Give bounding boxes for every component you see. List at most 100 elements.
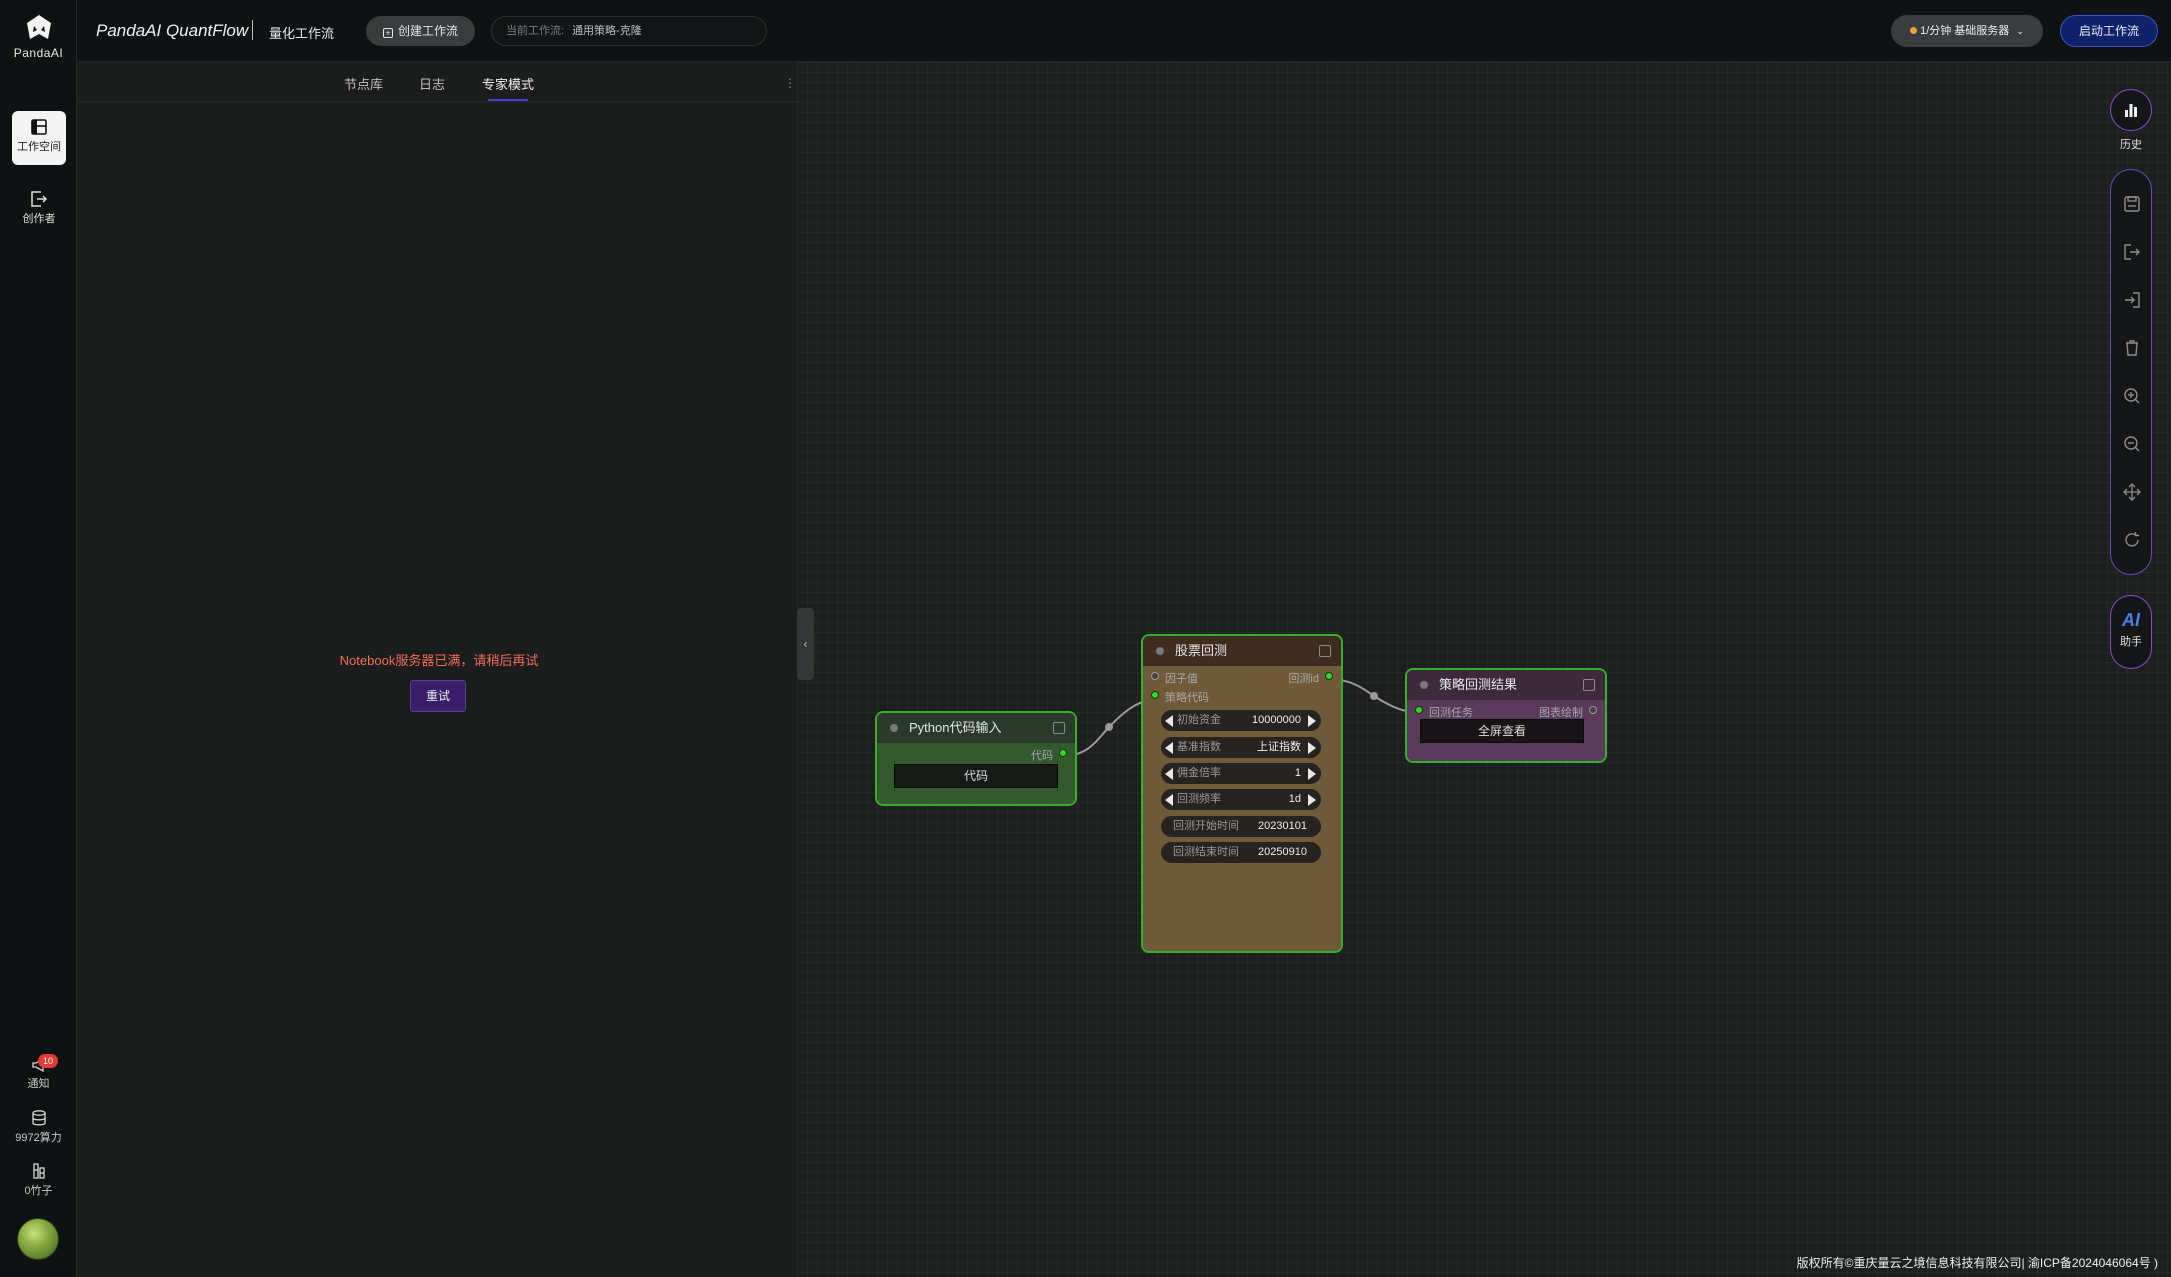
param-value: 20230101	[1258, 820, 1307, 832]
history-button[interactable]	[2110, 89, 2152, 131]
current-workflow-field[interactable]: 当前工作流: 通用策略-克隆	[491, 16, 767, 46]
panel-tabs: 节点库 日志 专家模式 ⋮⋮	[77, 62, 808, 102]
param-end-date[interactable]: 回测结束时间 20250910	[1161, 842, 1321, 863]
node-io-row: 代码	[877, 743, 1075, 763]
node-title: Python代码输入	[909, 720, 1002, 735]
ai-icon: AI	[2122, 610, 2140, 630]
edit-icon[interactable]	[1583, 679, 1595, 691]
database-icon	[31, 1110, 46, 1126]
decrease-arrow-icon[interactable]	[1165, 715, 1173, 727]
node-io-row: 因子值 回测id	[1143, 666, 1341, 685]
decrease-arrow-icon[interactable]	[1165, 768, 1173, 780]
tab-node-library[interactable]: 节点库	[344, 74, 383, 93]
param-key: 初始资金	[1177, 714, 1221, 726]
node-header[interactable]: Python代码输入	[877, 713, 1075, 743]
assistant-label: 助手	[2120, 636, 2142, 648]
param-key: 佣金倍率	[1177, 767, 1221, 779]
decrease-arrow-icon[interactable]	[1165, 742, 1173, 754]
export-icon[interactable]	[2122, 242, 2142, 262]
left-panel: 节点库 日志 专家模式 ⋮⋮ Notebook服务器已满，请稍后再试 重试	[77, 62, 808, 1277]
increase-arrow-icon[interactable]	[1308, 742, 1316, 754]
edit-icon[interactable]	[1053, 722, 1065, 734]
create-workflow-button[interactable]: + 创建工作流	[366, 16, 475, 46]
server-select[interactable]: 1/分钟 基础服务器 ⌄	[1891, 15, 2043, 47]
node-title: 股票回测	[1175, 643, 1228, 658]
notify-badge: 10	[38, 1054, 58, 1068]
input-port[interactable]	[1151, 691, 1159, 699]
param-initial-capital[interactable]: 初始资金 10000000	[1161, 710, 1321, 731]
retry-button[interactable]: 重试	[410, 680, 466, 712]
decrease-arrow-icon[interactable]	[1165, 794, 1173, 806]
start-workflow-button[interactable]: 启动工作流	[2060, 15, 2158, 47]
create-workflow-label: 创建工作流	[397, 24, 458, 38]
input-port[interactable]	[1415, 706, 1423, 714]
rail-item-label: 创作者	[22, 213, 56, 225]
param-value: 1	[1294, 767, 1301, 779]
rail-item-bamboo[interactable]: 0竹子	[0, 1163, 77, 1198]
node-header[interactable]: 股票回测	[1143, 636, 1341, 666]
node-stock-backtest[interactable]: 股票回测 因子值 回测id 策略代码 初始资金 10000000 基准指数 上证…	[1141, 634, 1343, 953]
param-value: 10000000	[1252, 714, 1301, 726]
output-port[interactable]	[1325, 672, 1333, 680]
param-frequency[interactable]: 回测频率 1d	[1161, 789, 1321, 810]
nav-rail: PandaAI 工作空间 创作者 10 通知 9972算力 0竹子	[0, 0, 77, 1277]
tab-log[interactable]: 日志	[419, 74, 445, 93]
node-body: 代码 代码	[877, 743, 1075, 804]
node-title: 策略回测结果	[1439, 677, 1518, 692]
save-icon[interactable]	[2122, 194, 2142, 214]
avatar[interactable]	[17, 1218, 59, 1260]
output-label: 图表绘制	[1539, 707, 1583, 719]
node-io-row: 回测任务 图表绘制	[1407, 700, 1605, 720]
collapse-panel-button[interactable]: ‹	[797, 608, 814, 680]
node-io-row: 策略代码	[1143, 685, 1341, 704]
node-backtest-result[interactable]: 策略回测结果 回测任务 图表绘制 全屏查看	[1405, 668, 1607, 763]
param-key: 回测频率	[1177, 793, 1221, 805]
panda-logo-icon	[26, 15, 51, 39]
param-start-date[interactable]: 回测开始时间 20230101	[1161, 816, 1321, 837]
param-value: 1d	[1288, 793, 1301, 805]
rail-item-notify[interactable]: 10 通知	[0, 1054, 77, 1091]
canvas-tools	[2110, 169, 2152, 575]
copyright-footer: 版权所有©重庆量云之境信息科技有限公司| 渝ICP备2024046064号 )	[1796, 1256, 2158, 1270]
code-button[interactable]: 代码	[894, 764, 1058, 788]
creator-icon	[31, 191, 48, 207]
node-status-icon	[1156, 647, 1164, 655]
fit-view-icon[interactable]	[2122, 482, 2142, 502]
node-status-icon	[1420, 681, 1428, 689]
output-label: 代码	[1031, 750, 1053, 762]
rail-item-label: 通知	[27, 1078, 50, 1090]
param-benchmark[interactable]: 基准指数 上证指数	[1161, 737, 1321, 758]
logo[interactable]: PandaAI	[0, 14, 77, 60]
chevron-left-icon: ‹	[803, 637, 808, 651]
plus-icon: +	[382, 28, 393, 38]
param-key: 回测开始时间	[1173, 820, 1239, 832]
edit-icon[interactable]	[1319, 645, 1331, 657]
rail-item-compute[interactable]: 9972算力	[0, 1110, 77, 1145]
output-port[interactable]	[1059, 749, 1067, 757]
output-port[interactable]	[1589, 706, 1597, 714]
error-message: Notebook服务器已满，请稍后再试	[339, 653, 539, 668]
tab-expert-mode[interactable]: 专家模式	[482, 74, 534, 101]
ai-assistant-button[interactable]: AI 助手	[2110, 595, 2152, 669]
workspace-icon	[31, 119, 47, 135]
rail-item-creator[interactable]: 创作者	[12, 183, 66, 237]
import-icon[interactable]	[2122, 290, 2142, 310]
rail-item-label: 9972算力	[15, 1132, 62, 1144]
output-label: 回测id	[1288, 673, 1319, 685]
history-label: 历史	[2120, 139, 2142, 151]
fullscreen-view-button[interactable]: 全屏查看	[1420, 719, 1584, 743]
node-status-icon	[890, 724, 898, 732]
zoom-in-icon[interactable]	[2122, 386, 2142, 406]
refresh-icon[interactable]	[2122, 530, 2142, 550]
delete-icon[interactable]	[2122, 338, 2142, 358]
rail-item-workspace[interactable]: 工作空间	[12, 111, 66, 165]
increase-arrow-icon[interactable]	[1308, 768, 1316, 780]
param-value: 20250910	[1258, 846, 1307, 858]
node-python-input[interactable]: Python代码输入 代码 代码	[875, 711, 1077, 806]
param-commission[interactable]: 佣金倍率 1	[1161, 763, 1321, 784]
increase-arrow-icon[interactable]	[1308, 794, 1316, 806]
increase-arrow-icon[interactable]	[1308, 715, 1316, 727]
node-header[interactable]: 策略回测结果	[1407, 670, 1605, 700]
input-port[interactable]	[1151, 672, 1159, 680]
zoom-out-icon[interactable]	[2122, 434, 2142, 454]
